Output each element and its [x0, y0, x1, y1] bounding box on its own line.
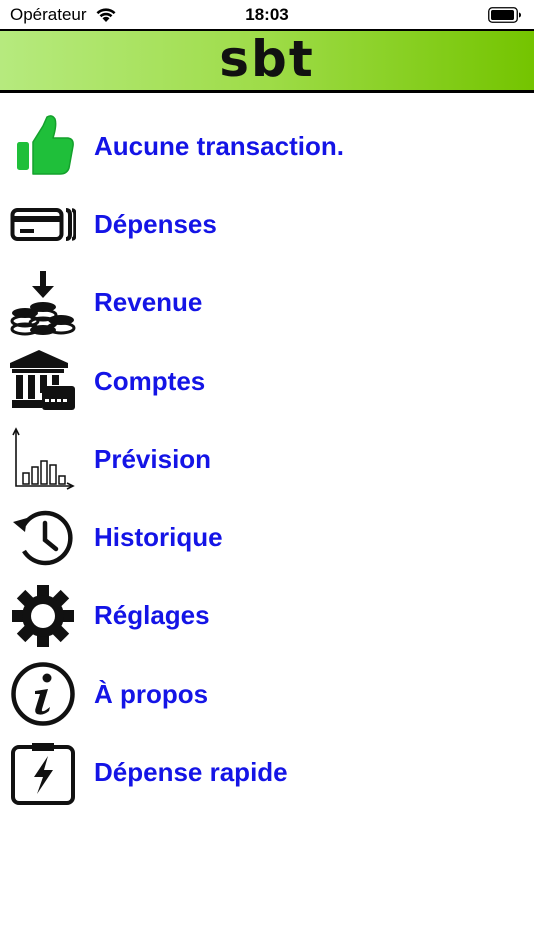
menu-item-quick-expense[interactable]: Dépense rapide	[0, 733, 534, 811]
menu-label: Aucune transaction.	[94, 130, 344, 161]
menu-item-accounts[interactable]: Comptes	[0, 342, 534, 420]
menu-label: Revenue	[94, 287, 203, 318]
status-time: 18:03	[245, 5, 289, 24]
menu-item-forecast[interactable]: Prévision	[0, 420, 534, 498]
menu-label: Dépenses	[94, 208, 217, 239]
main-menu: Aucune transaction. Dépenses Revenue Com…	[0, 107, 534, 812]
menu-item-about[interactable]: À propos	[0, 655, 534, 733]
credit-cards-icon	[10, 191, 76, 257]
menu-label: Réglages	[94, 600, 210, 631]
gear-icon	[10, 583, 76, 649]
bank-card-icon	[10, 348, 76, 414]
history-clock-icon	[10, 505, 76, 571]
info-icon	[10, 661, 76, 727]
menu-item-expenses[interactable]: Dépenses	[0, 185, 534, 263]
menu-label: À propos	[94, 678, 209, 709]
menu-item-transactions[interactable]: Aucune transaction.	[0, 107, 534, 185]
app-logo: sbt	[219, 29, 315, 88]
menu-item-settings[interactable]: Réglages	[0, 577, 534, 655]
menu-item-revenue[interactable]: Revenue	[0, 264, 534, 342]
status-bar: Opérateur 18:03	[0, 0, 534, 30]
app-screen: Opérateur 18:03 sbt Aucune transaction. …	[0, 0, 534, 950]
lightning-clipboard-icon	[10, 740, 76, 806]
app-header: sbt	[0, 29, 534, 93]
menu-label: Historique	[94, 522, 223, 553]
menu-label: Prévision	[94, 443, 212, 474]
menu-item-history[interactable]: Historique	[0, 498, 534, 576]
menu-label: Comptes	[94, 365, 206, 396]
thumbs-up-icon	[10, 113, 76, 179]
bar-chart-icon	[10, 426, 76, 492]
battery-icon	[488, 7, 521, 23]
menu-label: Dépense rapide	[94, 757, 288, 788]
coins-download-icon	[10, 270, 76, 336]
